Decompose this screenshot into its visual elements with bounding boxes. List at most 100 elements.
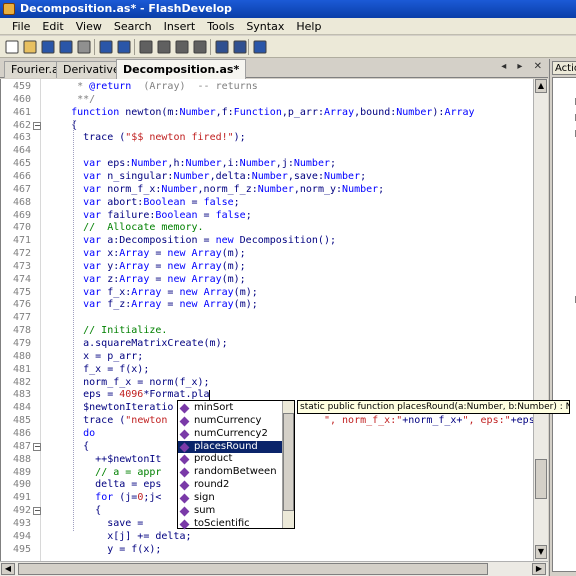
line-number: 466 <box>12 170 31 182</box>
side-panel-tree[interactable] <box>552 77 576 572</box>
code-line[interactable]: var n_singular:Number,delta:Number,save:… <box>47 171 366 184</box>
code-line[interactable]: y = f(x); <box>47 544 161 557</box>
code-line[interactable]: { <box>47 505 101 518</box>
line-number: 494 <box>12 530 31 542</box>
autocomplete-item[interactable]: randomBetween <box>178 466 282 479</box>
code-line[interactable]: var norm_f_x:Number,norm_f_z:Number,norm… <box>47 184 384 197</box>
horizontal-scroll-thumb[interactable] <box>18 563 488 575</box>
line-number: 459 <box>12 81 31 92</box>
autocomplete-scroll-thumb[interactable] <box>283 413 294 511</box>
menu-view[interactable]: View <box>70 18 108 35</box>
autocomplete-item-label: randomBetween <box>194 466 277 478</box>
code-line[interactable]: save = <box>47 518 149 531</box>
autocomplete-item[interactable]: numCurrency2 <box>178 428 282 441</box>
line-number: 487 <box>12 440 31 452</box>
vertical-scrollbar[interactable]: ▲ ▼ <box>533 79 548 561</box>
code-line[interactable]: x[j] += delta; <box>47 531 191 544</box>
code-line[interactable]: $newtonIteratio <box>47 402 173 415</box>
code-line[interactable]: **/ <box>47 94 95 107</box>
code-line[interactable]: function newton(m:Number,f:Function,p_ar… <box>47 107 474 120</box>
code-line[interactable]: var f_z:Array = new Array(m); <box>47 299 258 312</box>
method-icon <box>179 442 190 452</box>
menu-edit[interactable]: Edit <box>36 18 69 35</box>
autocomplete-item[interactable]: numCurrency <box>178 415 282 428</box>
print-icon[interactable] <box>76 39 92 55</box>
copy-icon[interactable] <box>156 39 172 55</box>
code-line[interactable]: // Allocate memory. <box>47 222 203 235</box>
autocomplete-scrollbar[interactable] <box>282 401 294 528</box>
code-line[interactable]: // Initialize. <box>47 325 167 338</box>
paste-icon[interactable] <box>174 39 190 55</box>
fold-collapse-icon[interactable]: − <box>33 442 41 451</box>
autocomplete-item[interactable]: minSort <box>178 402 282 415</box>
menu-syntax[interactable]: Syntax <box>240 18 290 35</box>
autocomplete-item[interactable]: sign <box>178 492 282 505</box>
vertical-scroll-thumb[interactable] <box>535 459 547 499</box>
autocomplete-item[interactable]: sum <box>178 505 282 518</box>
code-line[interactable]: var failure:Boolean = false; <box>47 210 252 223</box>
fold-margin <box>31 79 41 561</box>
code-line[interactable]: delta = eps <box>47 479 161 492</box>
code-line[interactable]: var a:Decomposition = new Decomposition(… <box>47 235 336 248</box>
line-number: 462 <box>12 119 31 131</box>
line-number: 483 <box>12 389 31 401</box>
autocomplete-item[interactable]: round2 <box>178 479 282 492</box>
method-icon <box>179 493 190 504</box>
fold-collapse-icon[interactable]: − <box>33 121 41 130</box>
code-line[interactable]: f_x = f(x); <box>47 364 149 377</box>
menu-file[interactable]: File <box>0 18 36 35</box>
autocomplete-item-label: toScientific <box>194 517 250 529</box>
menu-search[interactable]: Search <box>108 18 158 35</box>
side-panel-title[interactable]: Action <box>552 61 576 75</box>
code-line[interactable]: var eps:Number,h:Number,i:Number,j:Numbe… <box>47 158 336 171</box>
scroll-left-icon[interactable]: ◀ <box>1 563 15 575</box>
line-number: 485 <box>12 415 31 427</box>
tab-navigation-icons[interactable]: ◂ ▸ ✕ <box>501 61 546 72</box>
method-icon <box>179 429 190 440</box>
line-number: 469 <box>12 209 31 221</box>
open-icon[interactable] <box>22 39 38 55</box>
save-icon[interactable] <box>40 39 56 55</box>
new-file-icon[interactable] <box>4 39 20 55</box>
code-line[interactable]: * @return (Array) -- returns <box>47 81 258 94</box>
code-line[interactable]: x = p_arr; <box>47 351 143 364</box>
autocomplete-item[interactable]: placesRound <box>178 440 282 454</box>
scroll-right-icon[interactable]: ▶ <box>532 563 546 575</box>
code-line[interactable]: var y:Array = new Array(m); <box>47 261 246 274</box>
code-line[interactable]: do <box>47 428 95 441</box>
autocomplete-item-label: round2 <box>194 479 230 491</box>
autocomplete-list[interactable]: minSort numCurrency numCurrency2 placesRoun… <box>177 400 295 531</box>
code-line[interactable]: trace ("$$ newton fired!"); <box>47 132 246 145</box>
find-icon[interactable] <box>214 39 230 55</box>
menu-tools[interactable]: Tools <box>201 18 240 35</box>
code-line[interactable]: var f_x:Array = new Array(m); <box>47 287 258 300</box>
code-line[interactable]: var abort:Boolean = false; <box>47 197 240 210</box>
method-icon <box>179 519 190 530</box>
code-line[interactable]: ++$newtonIt <box>47 454 161 467</box>
horizontal-scrollbar[interactable]: ◀ ▶ <box>0 561 548 576</box>
scroll-up-icon[interactable]: ▲ <box>535 79 547 93</box>
redo-icon[interactable] <box>116 39 132 55</box>
fold-collapse-icon[interactable]: − <box>33 507 41 516</box>
menu-help[interactable]: Help <box>290 18 327 35</box>
replace-icon[interactable] <box>232 39 248 55</box>
checkbox-icon[interactable] <box>252 39 268 55</box>
menu-insert[interactable]: Insert <box>158 18 202 35</box>
delete-icon[interactable] <box>192 39 208 55</box>
code-line[interactable]: var x:Array = new Array(m); <box>47 248 246 261</box>
code-line[interactable]: for (j=0;j< <box>47 492 161 505</box>
autocomplete-item-label: numCurrency2 <box>194 427 268 439</box>
side-panel: Action <box>549 59 576 576</box>
autocomplete-item[interactable]: toScientific <box>178 518 282 531</box>
code-line[interactable]: var z:Array = new Array(m); <box>47 274 246 287</box>
save-all-icon[interactable] <box>58 39 74 55</box>
method-icon <box>179 480 190 491</box>
undo-icon[interactable] <box>98 39 114 55</box>
tab-decomposition-as[interactable]: Decomposition.as* <box>116 59 247 79</box>
scroll-down-icon[interactable]: ▼ <box>535 545 547 559</box>
code-line[interactable]: norm_f_x = norm(f_x); <box>47 377 209 390</box>
code-line[interactable]: { <box>47 441 89 454</box>
autocomplete-item[interactable]: product <box>178 453 282 466</box>
cut-icon[interactable] <box>138 39 154 55</box>
code-line[interactable]: a.squareMatrixCreate(m); <box>47 338 228 351</box>
